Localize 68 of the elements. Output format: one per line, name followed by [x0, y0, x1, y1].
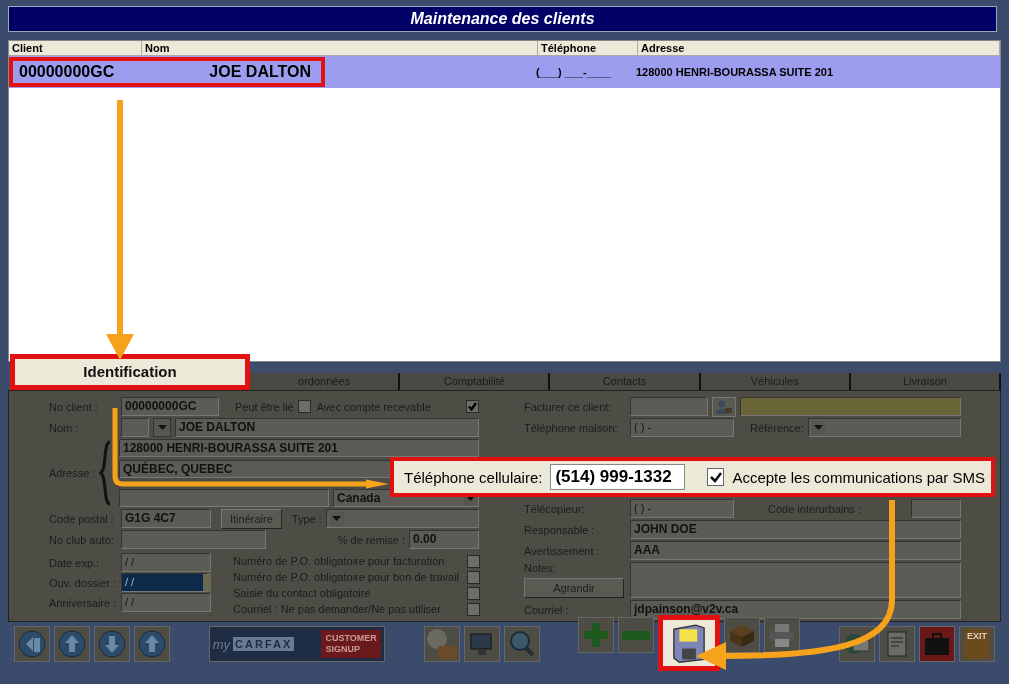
tab[interactable]: Identification — [10, 354, 250, 390]
logo-text: CUSTOMER — [325, 633, 377, 644]
input-field[interactable] — [740, 397, 961, 416]
input-field[interactable]: ( ) - — [630, 418, 734, 437]
expand-button[interactable]: Agrandir — [524, 578, 624, 598]
checkbox[interactable] — [707, 468, 725, 486]
date-field[interactable]: / / — [121, 593, 211, 612]
caret-icon — [157, 425, 167, 430]
input-field[interactable]: jdpainson@v2v.ca — [630, 600, 961, 619]
input-field[interactable]: 128000 HENRI-BOURASSA SUITE 201 — [119, 439, 479, 457]
date-field[interactable]: / / — [121, 553, 211, 572]
caret-icon — [332, 516, 342, 521]
person-icon — [716, 399, 732, 414]
toolbar-button[interactable] — [764, 617, 801, 653]
logo-text: my — [212, 636, 231, 652]
toolbar-button[interactable] — [919, 626, 955, 662]
dropdown[interactable] — [325, 509, 479, 528]
input-field[interactable]: AAA — [630, 541, 961, 560]
input-field[interactable]: JOHN DOE — [630, 520, 961, 539]
table-cell-text: 128000 HENRI-BOURASSA SUITE 201 — [635, 66, 835, 78]
checkbox[interactable] — [297, 400, 311, 413]
itinerary-button[interactable]: Itinéraire — [221, 508, 282, 529]
column-header[interactable]: Nom — [142, 41, 538, 55]
toolbar-button[interactable] — [94, 626, 130, 662]
input-field[interactable] — [630, 397, 708, 416]
lookup-button[interactable] — [712, 396, 736, 417]
checkbox[interactable] — [467, 570, 481, 584]
input-field[interactable]: (514) 999-1332 — [550, 464, 686, 490]
input-field[interactable]: 00000000GC — [121, 397, 219, 416]
table-cell-text: (___) ___-____ — [535, 66, 613, 78]
checkbox-label: Accepte les communications par SMS — [732, 468, 985, 486]
toolbar-button[interactable] — [724, 617, 761, 653]
column-header[interactable]: Client — [9, 41, 142, 55]
checkbox[interactable] — [467, 602, 481, 616]
input-field[interactable] — [121, 530, 266, 549]
checkbox[interactable] — [467, 586, 481, 600]
notes-field[interactable] — [630, 562, 961, 598]
first-record-icon — [16, 628, 48, 660]
brace-icon — [99, 440, 111, 506]
checkbox[interactable] — [466, 400, 479, 413]
checkbox[interactable] — [467, 554, 481, 568]
toolbar-button[interactable] — [134, 626, 170, 662]
logo-text: SIGNUP — [325, 644, 361, 655]
toolbar-button[interactable]: EXIT — [959, 626, 995, 662]
input-field[interactable]: JOE DALTON — [175, 418, 479, 437]
column-header[interactable]: Adresse — [638, 41, 1000, 55]
column-header[interactable]: Téléphone — [538, 41, 638, 55]
input-field[interactable]: G1G 4C7 — [121, 509, 211, 528]
sign-text: EXIT — [967, 631, 987, 641]
toolbar-button[interactable] — [14, 626, 50, 662]
input-field[interactable] — [911, 499, 961, 518]
input-field[interactable]: ( ) - — [630, 499, 734, 518]
dropdown[interactable] — [807, 418, 961, 437]
table-cell: 00000000GC — [19, 63, 115, 81]
toolbar-button[interactable] — [54, 626, 90, 662]
caret-icon — [814, 425, 824, 430]
toolbar-button[interactable]: my CARFAX CUSTOMER SIGNUP — [208, 626, 385, 662]
window-title: Maintenance des clients — [8, 6, 997, 32]
input-field[interactable]: 0.00 — [409, 530, 479, 549]
minus-icon — [622, 630, 651, 640]
table-cell: JOE DALTON — [209, 63, 311, 81]
table-row[interactable]: 00000000GC JOE DALTON (___) ___-____ 128000 HENRI-BOURASSA SUITE 201 — [9, 56, 1000, 88]
toolbar-button[interactable] — [658, 615, 721, 671]
date-field[interactable]: / / — [121, 573, 211, 592]
logo-text: CARFAX — [233, 637, 295, 651]
dropdown-button[interactable] — [153, 418, 171, 437]
input-field[interactable] — [121, 418, 149, 437]
input-field[interactable] — [119, 489, 329, 507]
